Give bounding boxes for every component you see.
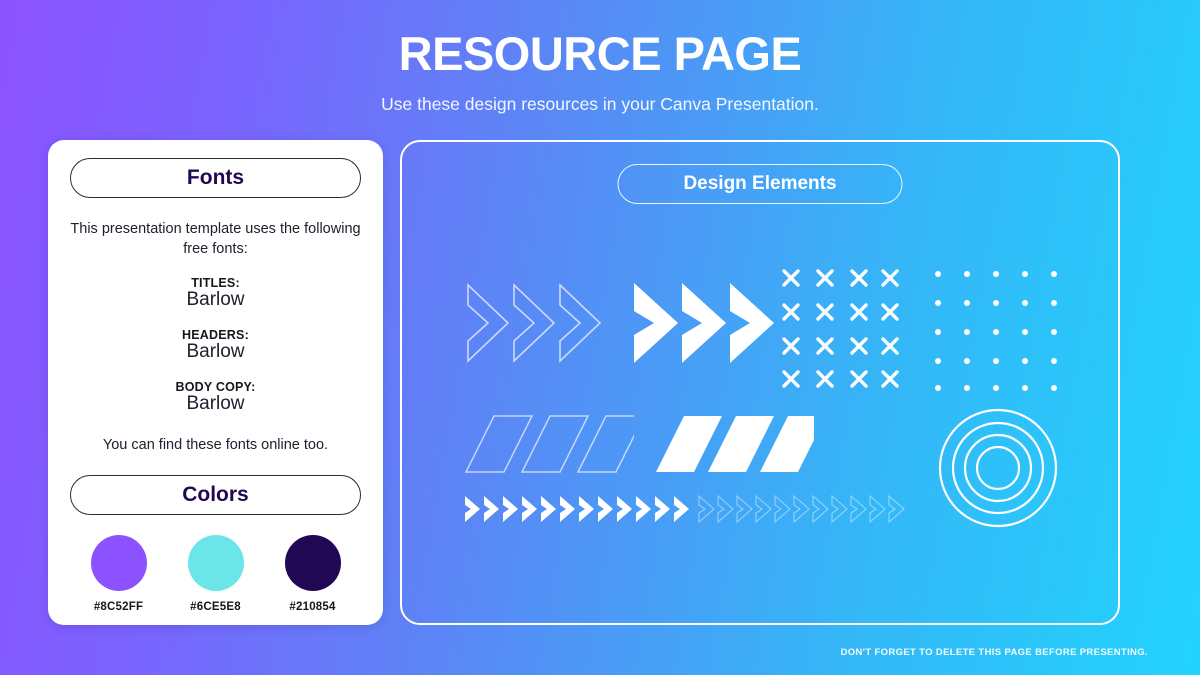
design-elements-panel: Design Elements	[400, 140, 1120, 625]
design-elements-heading-label: Design Elements	[683, 173, 837, 194]
page-title: RESOURCE PAGE	[398, 27, 802, 80]
fonts-heading-label: Fonts	[186, 166, 245, 189]
colors-heading-label: Colors	[182, 483, 249, 507]
solid-chevrons-icon	[634, 283, 774, 363]
font-role-label: TITLES:	[191, 276, 240, 291]
font-name-label: Barlow	[186, 341, 245, 363]
page-subtitle: Use these design resources in your Canva…	[381, 94, 819, 114]
x-mark-grid-icon	[782, 269, 899, 388]
color-swatch-row: #8C52FF #6CE5E8 #210854	[70, 535, 361, 613]
color-hex-label: #8C52FF	[93, 601, 144, 614]
solid-chevron-strip-icon	[465, 496, 689, 522]
color-hex-label: #6CE5E8	[190, 601, 241, 614]
delete-page-reminder: DON'T FORGET TO DELETE THIS PAGE BEFORE …	[840, 647, 1148, 658]
color-swatch-1[interactable]: #8C52FF	[74, 535, 164, 613]
fonts-heading-pill: Fonts	[70, 158, 361, 198]
fonts-intro-text: This presentation template uses the foll…	[70, 221, 361, 257]
font-entry-body-copy: BODY COPY: Barlow	[70, 380, 361, 415]
faded-chevron-strip-icon	[698, 494, 905, 524]
font-name-label: Barlow	[186, 393, 245, 415]
outline-chevrons-icon	[467, 283, 602, 363]
color-swatch-2[interactable]: #6CE5E8	[171, 535, 261, 613]
font-name-label: Barlow	[186, 289, 245, 311]
color-swatch-circle	[284, 535, 341, 592]
solid-parallelograms-icon	[656, 416, 814, 472]
fonts-and-colors-card: Fonts This presentation template uses th…	[48, 140, 383, 625]
fonts-online-note: You can find these fonts online too.	[102, 437, 329, 454]
design-elements-heading-pill: Design Elements	[617, 164, 903, 204]
concentric-circles-icon	[938, 408, 1058, 528]
dot-grid-icon	[935, 271, 1057, 391]
font-role-label: HEADERS:	[182, 328, 249, 343]
colors-heading-pill: Colors	[70, 475, 361, 516]
outline-parallelograms-icon	[464, 415, 634, 473]
font-entry-headers: HEADERS: Barlow	[70, 328, 361, 363]
font-entry-titles: TITLES: Barlow	[70, 276, 361, 311]
color-swatch-3[interactable]: #210854	[268, 535, 358, 613]
color-swatch-circle	[187, 535, 244, 592]
color-swatch-circle	[90, 535, 147, 592]
color-hex-label: #210854	[289, 601, 336, 614]
font-role-label: BODY COPY:	[175, 380, 256, 395]
